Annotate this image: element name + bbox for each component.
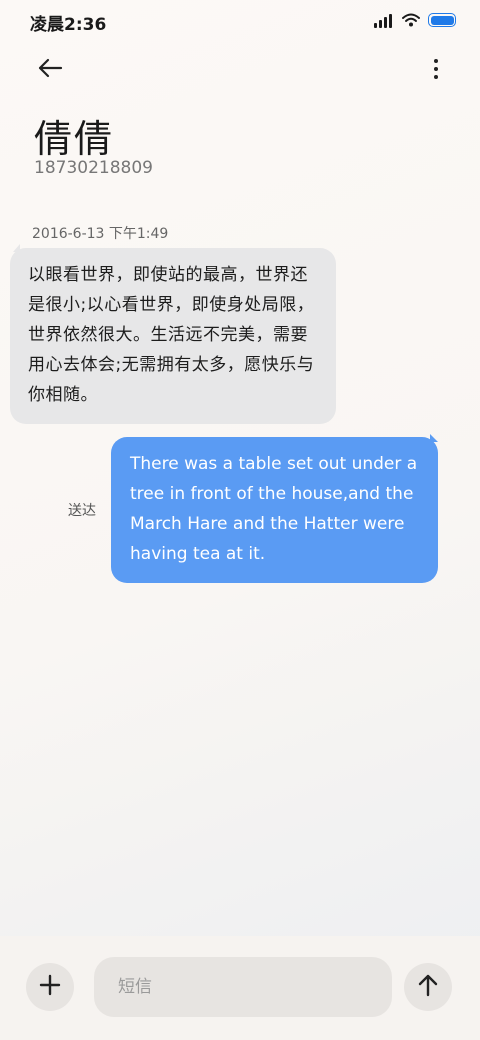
delivery-status: 送达	[68, 503, 96, 519]
message-input[interactable]	[94, 957, 392, 1017]
arrow-left-icon	[37, 58, 63, 82]
status-time: 凌晨2:36	[30, 15, 107, 35]
more-vertical-icon-dot	[434, 67, 438, 71]
more-vertical-icon-dot	[434, 75, 438, 79]
status-icons	[374, 12, 456, 28]
arrow-up-icon	[417, 973, 439, 1001]
outgoing-message-bubble[interactable]: There was a table set out under a tree i…	[111, 437, 438, 583]
add-attachment-button[interactable]	[26, 963, 74, 1011]
contact-name: 倩倩	[34, 117, 115, 161]
more-vertical-icon-dot	[434, 59, 438, 63]
wifi-icon	[402, 13, 420, 27]
status-bar: 凌晨2:36	[0, 0, 480, 44]
message-timestamp: 2016-6-13 下午1:49	[32, 226, 169, 242]
send-button[interactable]	[404, 963, 452, 1011]
back-button[interactable]	[30, 52, 70, 88]
signal-icon	[374, 12, 394, 28]
incoming-message-bubble[interactable]: 以眼看世界，即使站的最高，世界还是很小;以心看世界，即使身处局限，世界依然很大。…	[10, 248, 336, 424]
contact-number: 18730218809	[34, 158, 153, 178]
battery-icon	[428, 13, 456, 27]
plus-icon	[39, 974, 61, 1000]
more-options-button[interactable]	[424, 54, 448, 84]
